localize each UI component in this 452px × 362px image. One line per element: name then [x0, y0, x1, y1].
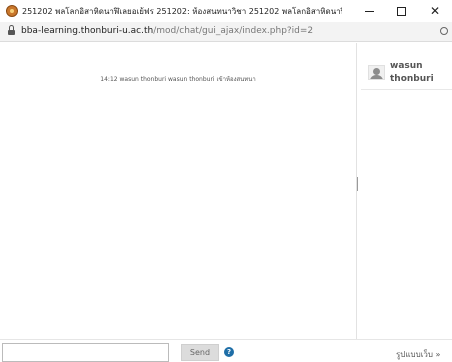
help-icon[interactable]: ? [224, 347, 234, 357]
close-icon: ✕ [429, 4, 441, 18]
favicon-icon [6, 5, 18, 17]
ui-mode-link[interactable]: รูปแบบเว็บ » [396, 348, 440, 361]
window-title-bar: 251202 พลโลกอิสาหิดนาฬิเลยอเย้ฟร 251202:… [0, 0, 452, 22]
message-input-bar: Send ? รูปแบบเว็บ » [0, 339, 452, 362]
close-button[interactable]: ✕ [420, 0, 450, 22]
maximize-icon [396, 6, 406, 16]
url-path: /mod/chat/gui_ajax/index.php?id=2 [153, 26, 314, 36]
avatar-icon [368, 65, 385, 80]
zoom-icon[interactable] [440, 27, 448, 35]
minimize-button[interactable] [354, 0, 384, 22]
user-list-item[interactable]: wasun thonburi [361, 56, 452, 90]
user-list: wasun thonburi [358, 43, 452, 339]
chat-message: 14:12 wasun thonburi wasun thonburi เข้า… [100, 76, 256, 83]
chat-messages-area: 14:12 wasun thonburi wasun thonburi เข้า… [0, 43, 356, 339]
pane-divider [356, 43, 357, 339]
url-host: bba-learning.thonburi-u.ac.th [21, 26, 154, 36]
address-url[interactable]: bba-learning.thonburi-u.ac.th/mod/chat/g… [21, 26, 313, 36]
lock-icon [8, 25, 15, 36]
address-bar[interactable]: bba-learning.thonburi-u.ac.th/mod/chat/g… [0, 22, 452, 42]
message-input[interactable] [2, 343, 169, 362]
send-button[interactable]: Send [181, 344, 219, 361]
maximize-button[interactable] [386, 0, 416, 22]
user-name: wasun thonburi [390, 61, 434, 84]
window-title: 251202 พลโลกอิสาหิดนาฬิเลยอเย้ฟร 251202:… [22, 7, 342, 16]
minimize-icon [364, 10, 374, 12]
